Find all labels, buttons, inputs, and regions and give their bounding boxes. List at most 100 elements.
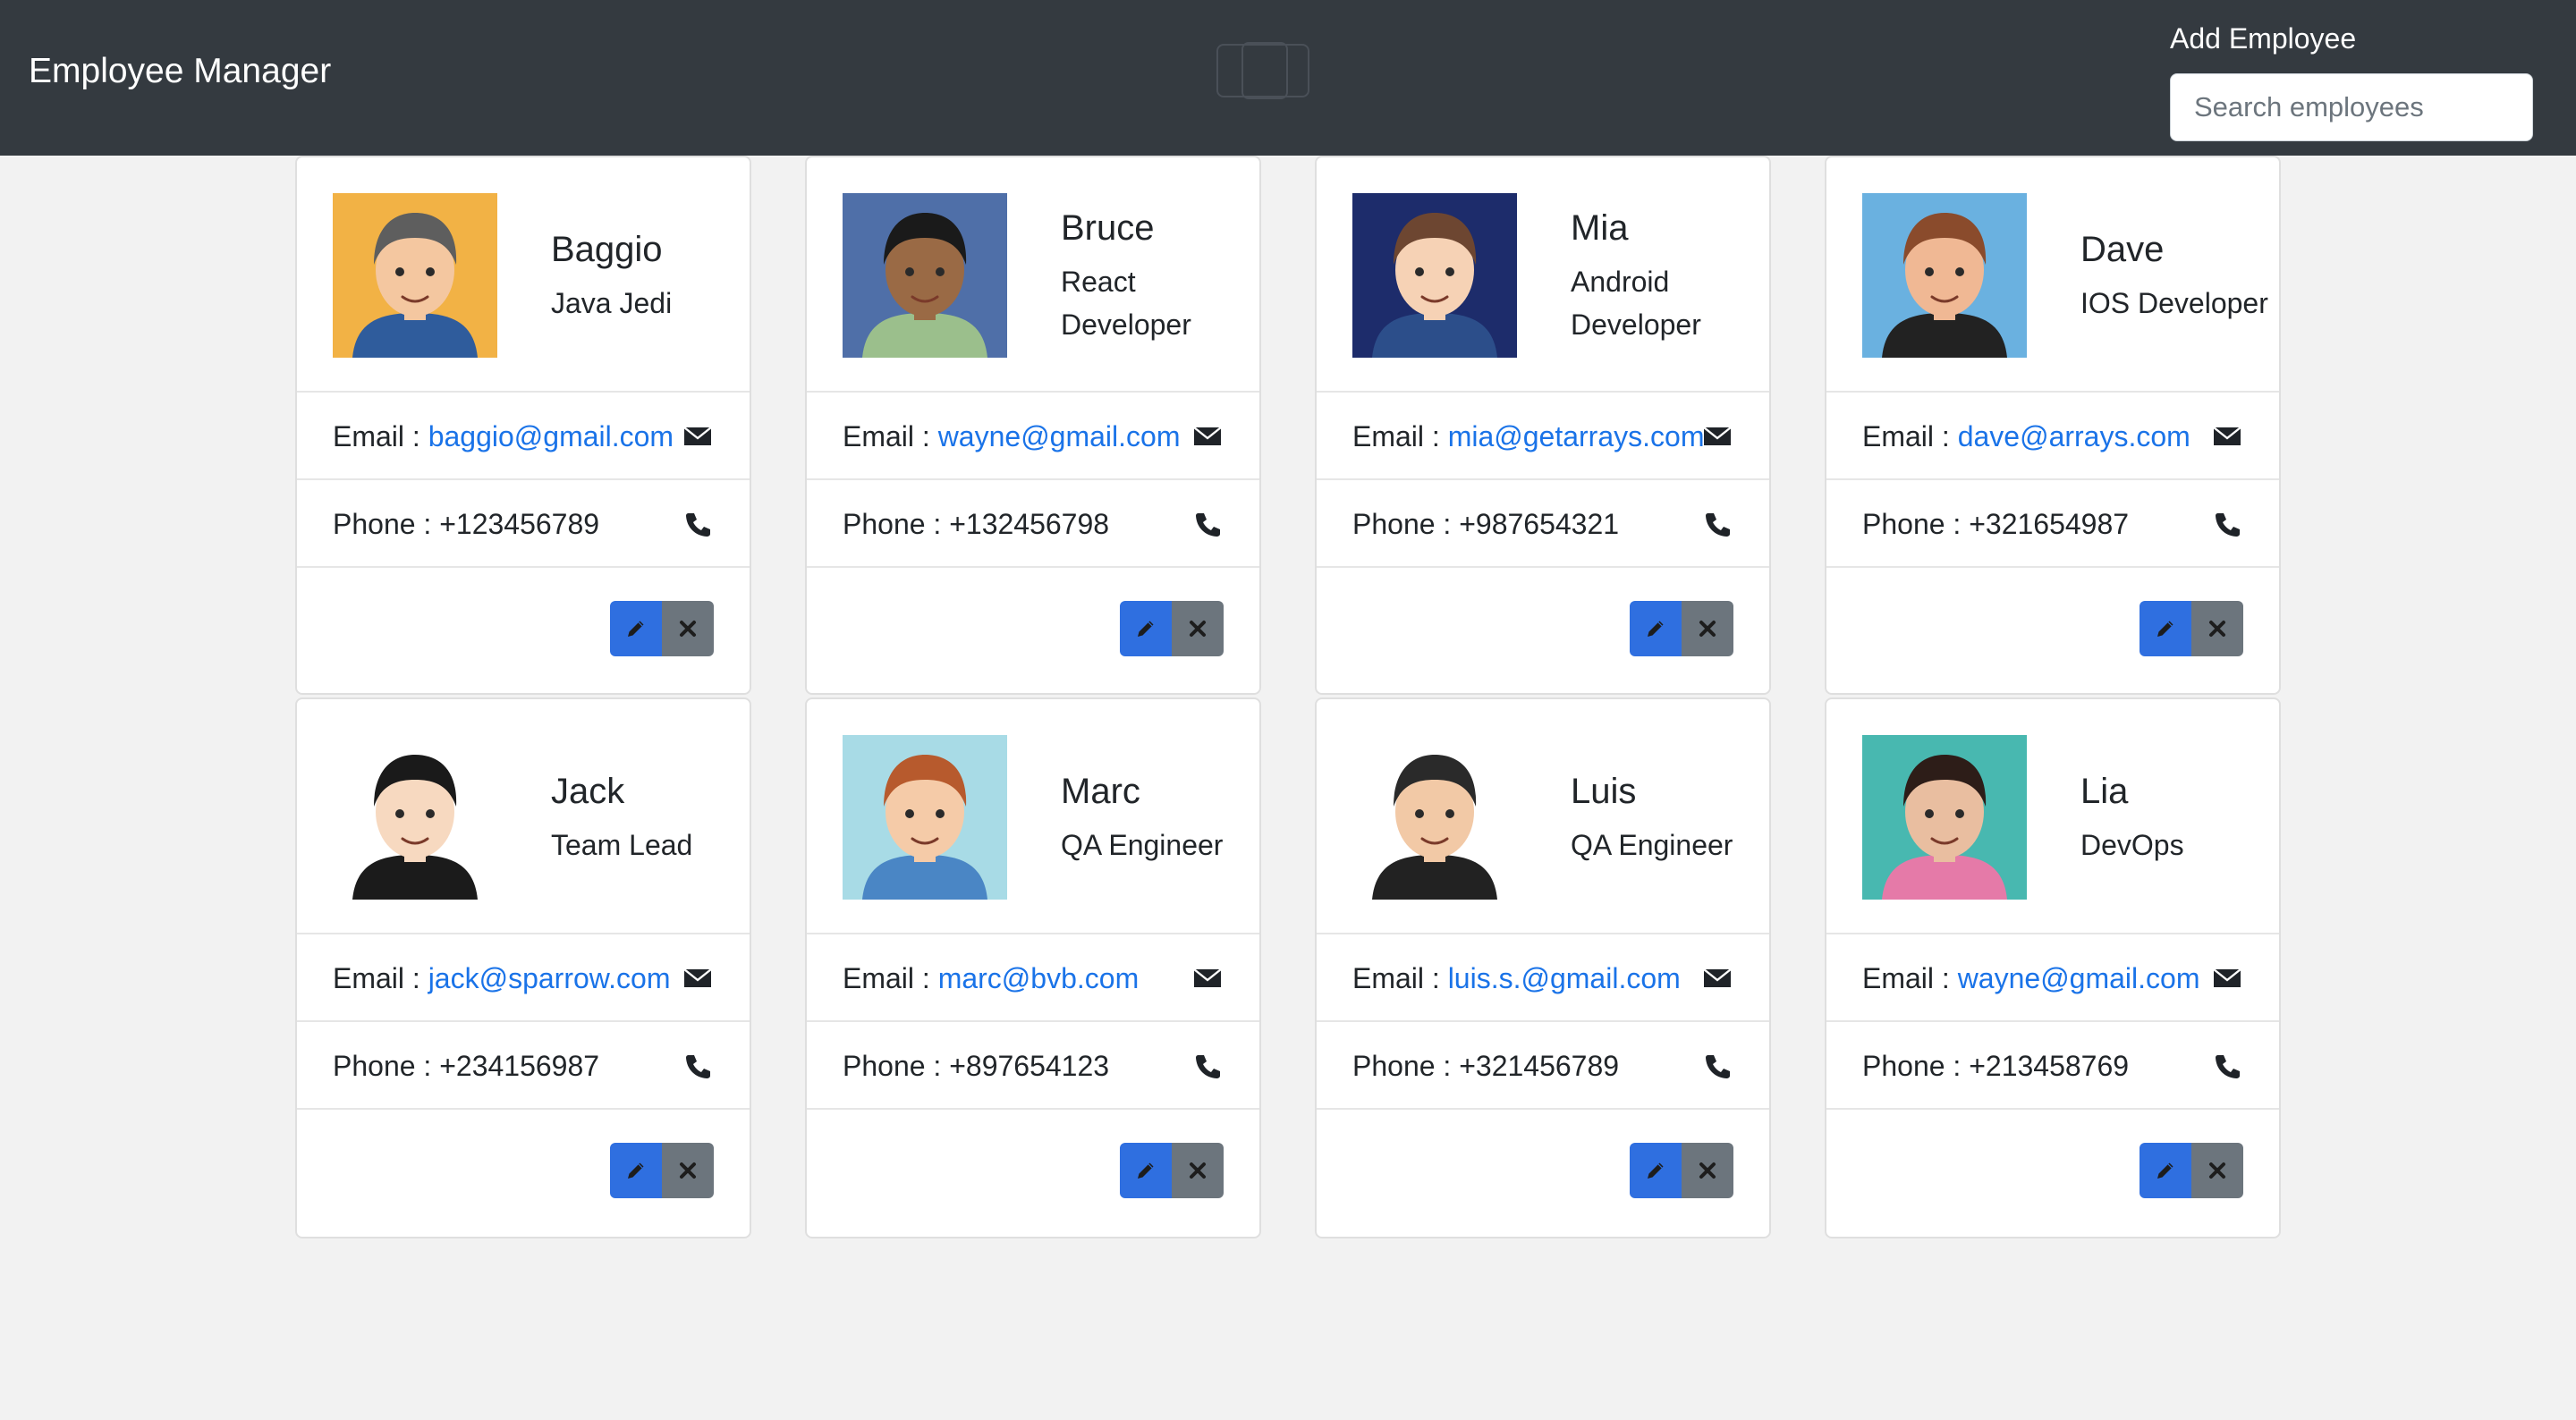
phone-icon: [2213, 511, 2241, 537]
email-row: Email : mia@getarrays.com: [1317, 393, 1769, 480]
employee-info: Luis QA Engineer: [1571, 699, 1767, 934]
edit-button[interactable]: [610, 1143, 662, 1198]
email-link[interactable]: mia@getarrays.com: [1448, 420, 1705, 452]
phone-number: +897654123: [949, 1050, 1110, 1082]
phone-label: Phone :: [1352, 1050, 1460, 1082]
employee-card: Baggio Java Jedi Email : baggio@gmail.com P…: [295, 156, 751, 695]
phone-number: +234156987: [439, 1050, 600, 1082]
card-header: Marc QA Engineer: [807, 699, 1259, 934]
close-icon: [2207, 1160, 2228, 1181]
edit-button[interactable]: [1630, 601, 1682, 656]
employee-job-title: React Developer: [1061, 265, 1191, 341]
card-footer: [297, 1110, 750, 1235]
phone-number: +987654321: [1459, 508, 1620, 540]
card-header: Jack Team Lead: [297, 699, 750, 934]
avatar: [1862, 735, 2027, 900]
email-label: Email :: [1862, 420, 1958, 452]
navbar: Employee Manager Add Employee: [0, 0, 2576, 156]
phone-row: Phone : +234156987: [297, 1022, 750, 1110]
close-icon: [1187, 618, 1208, 639]
edit-button[interactable]: [2140, 1143, 2191, 1198]
email-label: Email :: [333, 420, 428, 452]
card-header: Dave IOS Developer: [1826, 157, 2279, 393]
avatar: [1352, 735, 1517, 900]
card-footer: [1317, 568, 1769, 693]
edit-button[interactable]: [1120, 601, 1172, 656]
edit-button[interactable]: [2140, 601, 2191, 656]
avatar: [843, 735, 1007, 900]
delete-button[interactable]: [662, 601, 714, 656]
search-input[interactable]: [2170, 73, 2533, 141]
delete-button[interactable]: [2191, 1143, 2243, 1198]
delete-button[interactable]: [1172, 601, 1224, 656]
employee-info: Marc QA Engineer: [1061, 699, 1258, 934]
phone-label: Phone :: [1352, 508, 1460, 540]
email-link[interactable]: baggio@gmail.com: [428, 420, 674, 452]
envelope-icon: [1193, 965, 1222, 990]
card-footer: [807, 568, 1259, 693]
employee-name: Bruce: [1061, 207, 1155, 248]
email-link[interactable]: marc@bvb.com: [938, 962, 1140, 994]
edit-button[interactable]: [1630, 1143, 1682, 1198]
close-icon: [1697, 1160, 1718, 1181]
edit-button[interactable]: [610, 601, 662, 656]
email-label: Email :: [333, 962, 428, 994]
delete-button[interactable]: [2191, 601, 2243, 656]
card-footer: [1317, 1110, 1769, 1235]
phone-row: Phone : +213458769: [1826, 1022, 2279, 1110]
brand-title[interactable]: Employee Manager: [29, 50, 331, 93]
employee-name: Mia: [1571, 207, 1629, 248]
email-link[interactable]: wayne@gmail.com: [1958, 962, 2200, 994]
delete-button[interactable]: [1682, 601, 1733, 656]
email-link[interactable]: jack@sparrow.com: [428, 962, 671, 994]
navbar-toggler-button[interactable]: [1216, 42, 1309, 99]
employee-name: Jack: [551, 771, 625, 811]
phone-icon: [1703, 511, 1732, 537]
email-link[interactable]: luis.s.@gmail.com: [1448, 962, 1681, 994]
employee-card: Lia DevOps Email : wayne@gmail.com Phone : …: [1825, 697, 2281, 1238]
card-footer: [1826, 568, 2279, 693]
email-row: Email : jack@sparrow.com: [297, 934, 750, 1022]
envelope-icon: [2213, 965, 2241, 990]
email-link[interactable]: dave@arrays.com: [1958, 420, 2190, 452]
email-link[interactable]: wayne@gmail.com: [938, 420, 1181, 452]
phone-row: Phone : +321456789: [1317, 1022, 1769, 1110]
delete-button[interactable]: [662, 1143, 714, 1198]
employee-job-title: DevOps: [2080, 828, 2184, 861]
phone-icon: [2213, 1052, 2241, 1078]
employee-name: Dave: [2080, 229, 2165, 269]
pencil-icon: [1135, 618, 1157, 639]
phone-icon: [1703, 1052, 1732, 1078]
edit-button[interactable]: [1120, 1143, 1172, 1198]
add-employee-link[interactable]: Add Employee: [2170, 20, 2356, 57]
employee-job-title: IOS Developer: [2080, 286, 2268, 319]
employee-name: Marc: [1061, 771, 1140, 811]
employee-info: Mia Android Developer: [1571, 157, 1767, 393]
employee-card: Bruce React Developer Email : wayne@gmail.…: [805, 156, 1261, 695]
phone-label: Phone :: [843, 508, 950, 540]
employee-info: Baggio Java Jedi: [551, 157, 748, 393]
pencil-icon: [1135, 1160, 1157, 1181]
delete-button[interactable]: [1172, 1143, 1224, 1198]
envelope-icon: [1703, 423, 1732, 448]
phone-number: +321456789: [1459, 1050, 1620, 1082]
email-label: Email :: [843, 420, 938, 452]
phone-row: Phone : +123456789: [297, 480, 750, 568]
avatar: [333, 193, 497, 358]
envelope-icon: [683, 965, 712, 990]
close-icon: [2207, 618, 2228, 639]
employee-card: Luis QA Engineer Email : luis.s.@gmail.com…: [1315, 697, 1771, 1238]
employee-card: Jack Team Lead Email : jack@sparrow.com Pho…: [295, 697, 751, 1238]
phone-row: Phone : +321654987: [1826, 480, 2279, 568]
phone-row: Phone : +987654321: [1317, 480, 1769, 568]
email-row: Email : wayne@gmail.com: [1826, 934, 2279, 1022]
close-icon: [677, 618, 699, 639]
employee-name: Lia: [2080, 771, 2129, 811]
card-header: Mia Android Developer: [1317, 157, 1769, 393]
pencil-icon: [2155, 1160, 2176, 1181]
card-header: Bruce React Developer: [807, 157, 1259, 393]
phone-label: Phone :: [1862, 508, 1970, 540]
phone-label: Phone :: [1862, 1050, 1970, 1082]
delete-button[interactable]: [1682, 1143, 1733, 1198]
email-row: Email : dave@arrays.com: [1826, 393, 2279, 480]
